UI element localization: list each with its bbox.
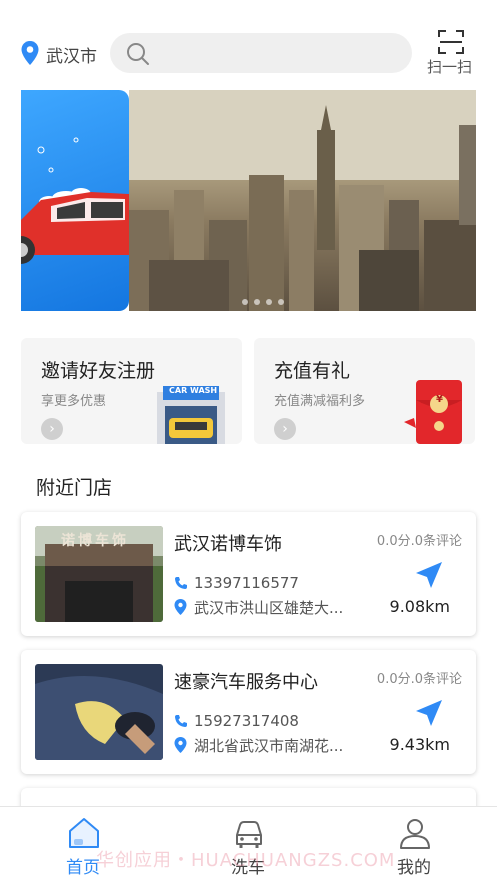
location-pin-icon[interactable] bbox=[20, 40, 40, 66]
red-envelope-icon bbox=[404, 380, 462, 444]
promo-subtitle: 充值满减福利多 bbox=[274, 394, 366, 409]
navigation-arrow-icon[interactable] bbox=[414, 560, 444, 590]
banner-slide-carwash bbox=[21, 90, 129, 311]
location-pin-icon bbox=[174, 737, 187, 753]
promo-card-invite[interactable]: 邀请好友注册 享更多优惠 › CAR WASH bbox=[21, 338, 242, 444]
location-pin-icon bbox=[174, 599, 187, 615]
home-icon bbox=[69, 818, 99, 848]
scan-icon[interactable] bbox=[437, 28, 465, 56]
store-address: 湖北省武汉市南湖花... bbox=[194, 737, 344, 755]
store-name: 武汉诺博车饰 bbox=[174, 534, 282, 555]
promo-subtitle: 享更多优惠 bbox=[41, 394, 107, 409]
car-wash-sign-text: CAR WASH bbox=[169, 386, 218, 395]
section-title-nearby: 附近门店 bbox=[36, 477, 113, 499]
store-address: 武汉市洪山区雄楚大... bbox=[194, 599, 344, 617]
bottom-tab-bar: 首页 洗车 我的 bbox=[0, 806, 497, 884]
store-phone[interactable]: 13397116577 bbox=[194, 574, 299, 592]
chevron-right-icon[interactable]: › bbox=[274, 418, 296, 440]
banner-carousel[interactable] bbox=[21, 90, 476, 311]
scan-label[interactable]: 扫一扫 bbox=[427, 56, 472, 77]
store-card[interactable]: 诺博车饰 武汉诺博车饰 13397116577 武汉市洪山区雄楚大... 0.0… bbox=[21, 512, 476, 636]
car-icon bbox=[236, 821, 262, 848]
navigation-arrow-icon[interactable] bbox=[414, 698, 444, 728]
phone-icon bbox=[175, 577, 187, 589]
store-phone[interactable]: 15927317408 bbox=[194, 712, 299, 730]
user-icon bbox=[400, 819, 430, 849]
store-rating: 0.0分.0条评论 bbox=[376, 534, 462, 549]
banner-slide-city bbox=[129, 90, 476, 311]
store-distance: 9.43km bbox=[389, 735, 450, 754]
search-input[interactable] bbox=[110, 33, 412, 73]
promo-title: 充值有礼 bbox=[274, 360, 351, 382]
chevron-right-icon[interactable]: › bbox=[41, 418, 63, 440]
store-sign-text: 诺博车饰 bbox=[61, 533, 129, 549]
currency-badge: ¥ bbox=[436, 394, 443, 405]
watermark: 华创应用・HUACHUANGZS.COM bbox=[96, 850, 396, 871]
promo-title: 邀请好友注册 bbox=[41, 360, 156, 382]
search-icon bbox=[127, 43, 149, 65]
store-card[interactable]: 速豪汽车服务中心 15927317408 湖北省武汉市南湖花... 0.0分.0… bbox=[21, 650, 476, 774]
store-distance: 9.08km bbox=[389, 597, 450, 616]
store-photo bbox=[35, 664, 163, 760]
city-skyline-image bbox=[129, 90, 476, 311]
store-name: 速豪汽车服务中心 bbox=[174, 672, 318, 693]
phone-icon bbox=[175, 715, 187, 727]
store-rating: 0.0分.0条评论 bbox=[376, 672, 462, 687]
promo-card-recharge[interactable]: 充值有礼 充值满减福利多 › ¥ bbox=[254, 338, 475, 444]
carousel-indicator bbox=[239, 290, 287, 309]
car-wash-illustration bbox=[21, 137, 129, 264]
city-selector[interactable]: 武汉市 bbox=[46, 42, 97, 67]
